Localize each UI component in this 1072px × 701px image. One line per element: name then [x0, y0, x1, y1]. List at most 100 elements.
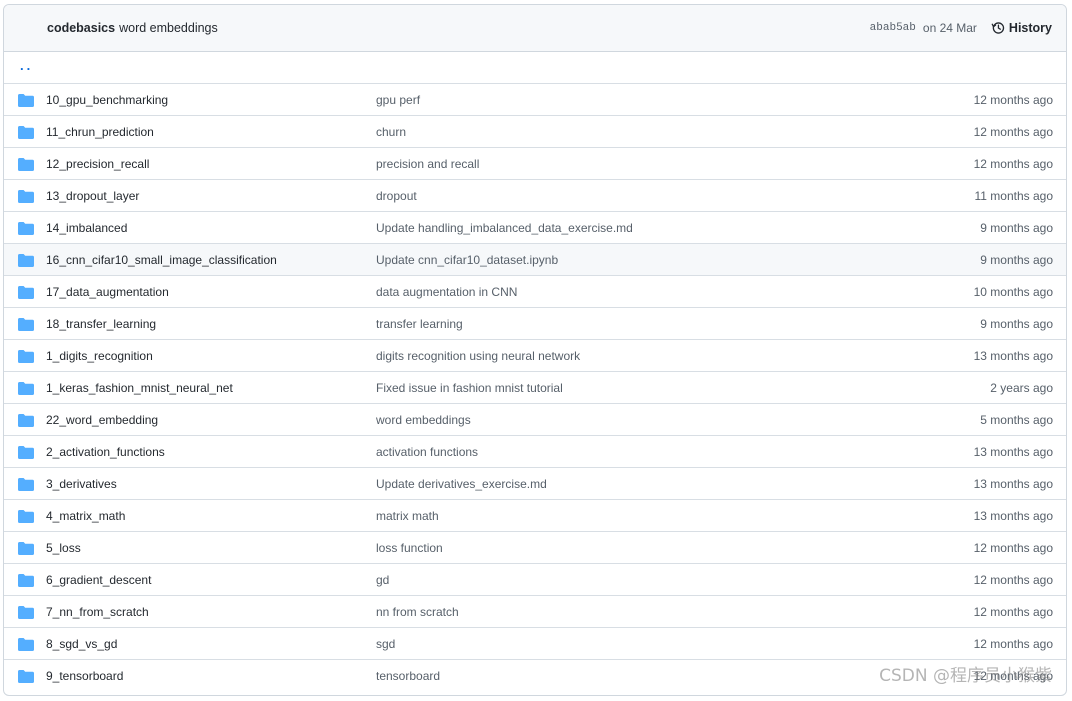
history-icon — [991, 22, 1005, 34]
folder-icon — [18, 446, 34, 462]
commit-message-link[interactable]: Fixed issue in fashion mnist tutorial — [376, 381, 563, 395]
commit-age: 12 months ago — [973, 92, 1053, 107]
file-row[interactable]: 9_tensorboard tensorboard 12 months ago — [4, 660, 1066, 691]
folder-name-link[interactable]: 10_gpu_benchmarking — [46, 93, 168, 107]
commit-message-link[interactable]: sgd — [376, 637, 395, 651]
commit-message-link[interactable]: Update handling_imbalanced_data_exercise… — [376, 221, 633, 235]
folder-name-link[interactable]: 2_activation_functions — [46, 445, 165, 459]
commit-message-link[interactable]: nn from scratch — [376, 605, 459, 619]
commit-age: 9 months ago — [980, 316, 1053, 331]
commit-age: 9 months ago — [980, 220, 1053, 235]
folder-name-link[interactable]: 5_loss — [46, 541, 81, 555]
commit-age: 12 months ago — [973, 636, 1053, 651]
file-row[interactable]: 7_nn_from_scratch nn from scratch 12 month… — [4, 596, 1066, 628]
commit-message-link[interactable]: word embeddings — [376, 413, 471, 427]
folder-name-link[interactable]: 17_data_augmentation — [46, 285, 169, 299]
folder-icon — [18, 222, 34, 238]
folder-name-link[interactable]: 13_dropout_layer — [46, 189, 139, 203]
file-row[interactable]: 12_precision_recall precision and recall 1… — [4, 148, 1066, 180]
folder-icon — [18, 286, 34, 302]
folder-name-link[interactable]: 22_word_embedding — [46, 413, 158, 427]
folder-icon — [18, 350, 34, 366]
file-row[interactable]: 10_gpu_benchmarking gpu perf 12 months ago — [4, 84, 1066, 116]
folder-icon — [18, 510, 34, 526]
folder-name-link[interactable]: 9_tensorboard — [46, 669, 123, 683]
commit-author[interactable]: codebasics — [47, 21, 115, 35]
file-row[interactable]: 8_sgd_vs_gd sgd 12 months ago — [4, 628, 1066, 660]
commit-message-link[interactable]: churn — [376, 125, 406, 139]
folder-icon — [18, 638, 34, 654]
file-row[interactable]: 6_gradient_descent gd 12 months ago — [4, 564, 1066, 596]
folder-name-link[interactable]: 3_derivatives — [46, 477, 117, 491]
folder-name-link[interactable]: 1_keras_fashion_mnist_neural_net — [46, 381, 233, 395]
commit-age: 2 years ago — [990, 380, 1053, 395]
folder-name-link[interactable]: 14_imbalanced — [46, 221, 127, 235]
commit-age: 12 months ago — [973, 572, 1053, 587]
file-row[interactable]: 2_activation_functions activation functio… — [4, 436, 1066, 468]
file-row[interactable]: 18_transfer_learning transfer learning 9 m… — [4, 308, 1066, 340]
folder-name-link[interactable]: 18_transfer_learning — [46, 317, 156, 331]
commit-message-link[interactable]: activation functions — [376, 445, 478, 459]
commit-message-link[interactable]: Update derivatives_exercise.md — [376, 477, 547, 491]
commit-date: on 24 Mar — [922, 21, 977, 35]
file-row[interactable]: 16_cnn_cifar10_small_image_classificatio… — [4, 244, 1066, 276]
folder-name-link[interactable]: 12_precision_recall — [46, 157, 149, 171]
folder-name-link[interactable]: 16_cnn_cifar10_small_image_classificatio… — [46, 253, 277, 267]
folder-icon — [18, 574, 34, 590]
commit-message-link[interactable]: precision and recall — [376, 157, 479, 171]
history-label: History — [1008, 21, 1052, 35]
commit-age: 9 months ago — [980, 252, 1053, 267]
folder-name-link[interactable]: 11_chrun_prediction — [46, 125, 154, 139]
commit-meta: abab5ab on 24 Mar History — [870, 21, 1052, 35]
folder-icon — [18, 414, 34, 430]
file-row[interactable]: 17_data_augmentation data augmentation in… — [4, 276, 1066, 308]
folder-name-link[interactable]: 6_gradient_descent — [46, 573, 151, 587]
commit-age: 13 months ago — [973, 508, 1053, 523]
commit-message-link[interactable]: data augmentation in CNN — [376, 285, 517, 299]
commit-message-link[interactable]: Update cnn_cifar10_dataset.ipynb — [376, 253, 558, 267]
commit-message-link[interactable]: gpu perf — [376, 93, 420, 107]
commit-age: 12 months ago — [973, 540, 1053, 555]
folder-name-link[interactable]: 7_nn_from_scratch — [46, 605, 149, 619]
folder-name-link[interactable]: 8_sgd_vs_gd — [46, 637, 117, 651]
file-row[interactable]: 1_keras_fashion_mnist_neural_net Fixed is… — [4, 372, 1066, 404]
commit-age: 13 months ago — [973, 348, 1053, 363]
file-row[interactable]: 5_loss loss function 12 months ago — [4, 532, 1066, 564]
commit-sha[interactable]: abab5ab — [870, 22, 916, 34]
file-browser: codebasics word embeddings abab5ab on 24… — [3, 4, 1067, 696]
folder-icon — [18, 542, 34, 558]
folder-icon — [18, 382, 34, 398]
commit-age: 10 months ago — [973, 284, 1053, 299]
commit-age: 5 months ago — [980, 412, 1053, 427]
folder-icon — [18, 254, 34, 270]
folder-name-link[interactable]: 4_matrix_math — [46, 509, 125, 523]
commit-message-link[interactable]: digits recognition using neural network — [376, 349, 580, 363]
commit-message-link[interactable]: dropout — [376, 189, 417, 203]
parent-directory-link[interactable]: .. — [20, 58, 33, 73]
file-row[interactable]: 4_matrix_math matrix math 13 months ago — [4, 500, 1066, 532]
file-row[interactable]: 14_imbalanced Update handling_imbalanced_… — [4, 212, 1066, 244]
file-row[interactable]: 1_digits_recognition digits recognition u… — [4, 340, 1066, 372]
commit-age: 12 months ago — [973, 668, 1053, 683]
file-row[interactable]: 13_dropout_layer dropout 11 months ago — [4, 180, 1066, 212]
commit-message[interactable]: word embeddings — [119, 21, 218, 35]
folder-icon — [18, 478, 34, 494]
file-row[interactable]: 3_derivatives Update derivatives_exercise… — [4, 468, 1066, 500]
file-row[interactable]: 11_chrun_prediction churn 12 months ago — [4, 116, 1066, 148]
folder-name-link[interactable]: 1_digits_recognition — [46, 349, 153, 363]
folder-icon — [18, 670, 34, 686]
commit-age: 13 months ago — [973, 444, 1053, 459]
file-row[interactable]: 22_word_embedding word embeddings 5 months… — [4, 404, 1066, 436]
commit-age: 12 months ago — [973, 604, 1053, 619]
file-list: 10_gpu_benchmarking gpu perf 12 months ago… — [4, 84, 1066, 691]
parent-directory-row[interactable]: .. — [4, 52, 1066, 84]
commit-message-link[interactable]: matrix math — [376, 509, 439, 523]
commit-message-link[interactable]: transfer learning — [376, 317, 463, 331]
commit-message-link[interactable]: gd — [376, 573, 389, 587]
history-button[interactable]: History — [991, 21, 1052, 35]
commit-message-link[interactable]: tensorboard — [376, 669, 440, 683]
folder-icon — [18, 94, 34, 110]
folder-icon — [18, 126, 34, 142]
folder-icon — [18, 606, 34, 622]
commit-message-link[interactable]: loss function — [376, 541, 443, 555]
